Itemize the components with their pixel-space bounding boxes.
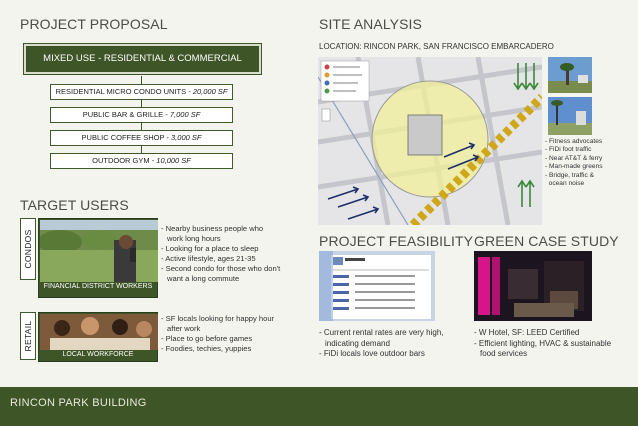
- site-map: [318, 57, 542, 225]
- component-value: 3,000 SF: [171, 133, 202, 142]
- component-value: 7,000 SF: [169, 110, 201, 119]
- footer-bar: RINCON PARK BUILDING: [0, 387, 638, 426]
- bullet: - Looking for a place to sleep: [161, 244, 259, 253]
- component-label: PUBLIC BAR & GRILLE -: [82, 110, 170, 119]
- footer-title: RINCON PARK BUILDING: [10, 397, 147, 409]
- green-case-photo: [474, 251, 592, 321]
- location-label: LOCATION: RINCON PARK, SAN FRANCISCO EMB…: [319, 42, 554, 51]
- feasibility-screenshot: [319, 251, 435, 321]
- retail-caption: LOCAL WORKFORCE: [62, 351, 134, 358]
- bullet: - W Hotel, SF: LEED Certified: [474, 328, 580, 337]
- condos-side-text: CONDOS: [23, 229, 33, 269]
- feasibility-bullets: - Current rental rates are very high, in…: [319, 328, 469, 360]
- component-box: OUTDOOR GYM - 10,000 SF: [50, 153, 233, 169]
- retail-photo: [40, 314, 158, 350]
- connector: [141, 123, 142, 130]
- green-case-title: GREEN CASE STUDY: [474, 233, 619, 249]
- component-value: 10,000 SF: [156, 156, 191, 165]
- site-note: - Man-made greens: [545, 163, 603, 171]
- site-note: - FiDi foot traffic: [545, 146, 592, 154]
- component-label: PUBLIC COFFEE SHOP -: [81, 133, 172, 142]
- site-note: - Near AT&T & ferry: [545, 154, 603, 162]
- retail-photo-panel: LOCAL WORKFORCE: [38, 312, 158, 362]
- connector: [141, 76, 142, 84]
- condos-caption: FINANCIAL DISTRICT WORKERS: [43, 283, 153, 290]
- condos-bullets: - Nearby business people who work long h…: [161, 224, 281, 284]
- site-analysis-title: SITE ANALYSIS: [319, 16, 422, 32]
- bullet: - SF locals looking for happy hour after…: [161, 314, 275, 333]
- component-box: PUBLIC BAR & GRILLE - 7,000 SF: [50, 107, 233, 123]
- bullet: - Foodies, techies, yuppies: [161, 344, 252, 353]
- condos-photo: [40, 220, 158, 282]
- condos-photo-panel: FINANCIAL DISTRICT WORKERS: [38, 218, 158, 298]
- bullet: - Active lifestyle, ages 21-35: [161, 254, 256, 263]
- site-photo-1: [548, 57, 592, 93]
- component-box: PUBLIC COFFEE SHOP - 3,000 SF: [50, 130, 233, 146]
- component-value: 20,000 SF: [192, 87, 228, 96]
- bullet: - FiDi locals love outdoor bars: [319, 349, 425, 358]
- proposal-title: PROJECT PROPOSAL: [20, 16, 168, 32]
- site-photo-2: [548, 97, 592, 135]
- bullet: - Nearby business people who work long h…: [161, 224, 264, 243]
- connector: [141, 146, 142, 153]
- target-users-title: TARGET USERS: [20, 197, 129, 213]
- component-box: RESIDENTIAL MICRO CONDO UNITS - 20,000 S…: [50, 84, 233, 100]
- bullet: - Second condo for those who don't want …: [161, 264, 281, 283]
- connector: [141, 100, 142, 107]
- component-label: OUTDOOR GYM -: [92, 156, 157, 165]
- component-label: RESIDENTIAL MICRO CONDO UNITS -: [55, 87, 193, 96]
- condos-side-label: CONDOS: [20, 218, 36, 280]
- mixed-use-box: MIXED USE - RESIDENTIAL & COMMERCIAL: [24, 44, 261, 74]
- green-case-bullets: - W Hotel, SF: LEED Certified - Efficien…: [474, 328, 624, 360]
- bullet: - Efficient lighting, HVAC & sustainable…: [474, 338, 612, 359]
- retail-bullets: - SF locals looking for happy hour after…: [161, 314, 281, 354]
- site-note: - Fitness advocates: [545, 138, 603, 145]
- site-notes: - Fitness advocates - FiDi foot traffic …: [545, 138, 625, 188]
- feasibility-title: PROJECT FEASIBILITY: [319, 233, 474, 249]
- site-note: - Bridge, traffic &: [545, 171, 594, 179]
- retail-side-text: RETAIL: [23, 320, 33, 352]
- bullet: - Current rental rates are very high, in…: [319, 328, 444, 348]
- site-note: ocean noise: [545, 180, 585, 188]
- retail-side-label: RETAIL: [20, 312, 36, 360]
- bullet: - Place to go before games: [161, 334, 253, 343]
